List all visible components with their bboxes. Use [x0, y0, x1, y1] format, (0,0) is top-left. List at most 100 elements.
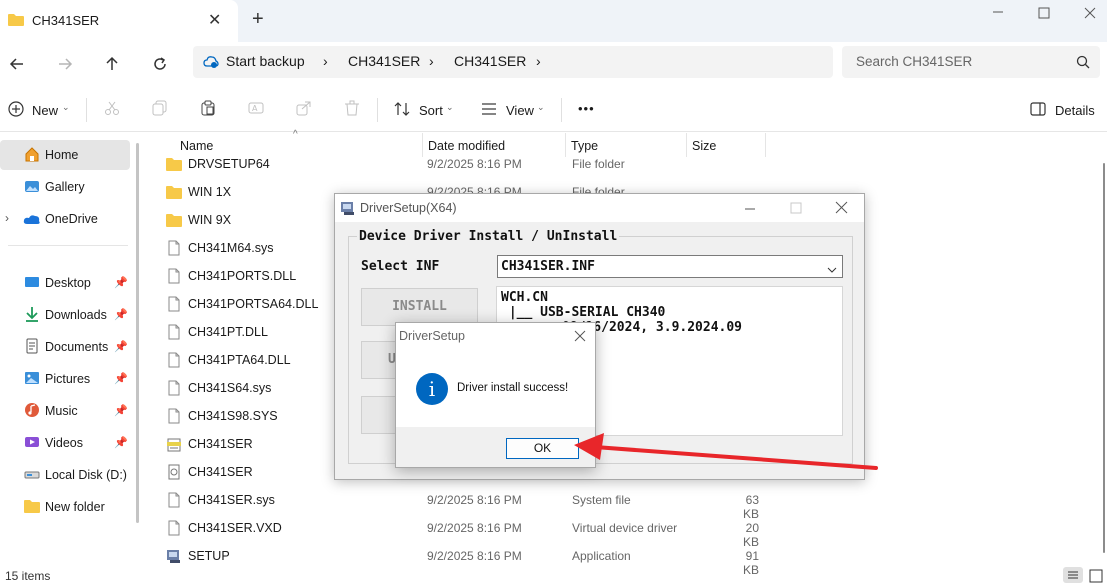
sidebar-item-home[interactable]: Home: [0, 140, 130, 170]
sidebar-item-downloads[interactable]: Downloads 📌: [0, 300, 130, 330]
tab-close-icon[interactable]: ✕: [208, 10, 221, 30]
file-type: File folder: [572, 157, 625, 171]
sidebar-item-pictures[interactable]: Pictures 📌: [0, 364, 130, 394]
install-button[interactable]: INSTALL: [361, 288, 478, 326]
sidebar-item-label: Pictures: [45, 372, 91, 386]
view-button[interactable]: View: [506, 103, 534, 118]
breadcrumb-item[interactable]: CH341SER: [348, 53, 420, 69]
sort-icon[interactable]: [394, 101, 410, 120]
sidebar-item-music[interactable]: Music 📌: [0, 396, 130, 426]
breadcrumb-item[interactable]: CH341SER: [454, 53, 526, 69]
group-label: Device Driver Install / UnInstall: [357, 229, 620, 244]
up-arrow-icon[interactable]: [98, 50, 126, 78]
divider: [377, 98, 378, 122]
sidebar-item-new-folder[interactable]: New folder: [0, 492, 130, 522]
back-arrow-icon[interactable]: [3, 50, 31, 78]
home-icon: [23, 146, 41, 164]
chevron-down-icon: ⌄: [62, 102, 70, 112]
forward-arrow-icon[interactable]: [51, 50, 79, 78]
new-button[interactable]: New: [32, 103, 58, 118]
file-name: CH341PORTSA64.DLL: [188, 297, 319, 311]
title-bar: CH341SER ✕ +: [0, 0, 1107, 42]
select-inf-label: Select INF: [361, 259, 440, 274]
delete-icon[interactable]: [344, 100, 360, 121]
file-name: CH341SER: [188, 437, 253, 451]
chevron-right-icon[interactable]: ›: [5, 211, 9, 225]
details-pane-icon[interactable]: [1030, 102, 1046, 119]
chevron-right-icon: ›: [323, 53, 328, 69]
cloud-icon: [23, 210, 41, 228]
view-icon[interactable]: [481, 102, 497, 119]
divider: [8, 245, 128, 246]
ok-button[interactable]: OK: [506, 438, 579, 459]
minimize-icon[interactable]: [744, 203, 756, 217]
cut-icon[interactable]: [104, 100, 120, 121]
maximize-icon: [790, 202, 802, 217]
driver-setup-title-bar: DriverSetup(X64): [335, 194, 864, 222]
sidebar-item-label: Desktop: [45, 276, 91, 290]
file-type: Virtual device driver: [572, 521, 678, 535]
table-row[interactable]: DRVSETUP64 9/2/2025 8:16 PM File folder: [146, 151, 1101, 179]
file-list-scrollbar[interactable]: [1101, 133, 1107, 563]
sidebar-item-label: Videos: [45, 436, 83, 450]
rename-icon[interactable]: A: [248, 100, 264, 121]
sidebar-item-documents[interactable]: Documents 📌: [0, 332, 130, 362]
folder-icon: [166, 156, 182, 172]
refresh-icon[interactable]: [146, 50, 174, 78]
close-icon[interactable]: [835, 201, 848, 217]
search-input[interactable]: Search CH341SER: [842, 46, 1100, 78]
file-icon: [166, 492, 182, 508]
start-backup-link[interactable]: Start backup: [226, 53, 305, 69]
sidebar-item-videos[interactable]: Videos 📌: [0, 428, 130, 458]
file-icon: [166, 324, 182, 340]
search-icon: [1076, 55, 1090, 72]
sidebar-item-gallery[interactable]: Gallery: [0, 172, 130, 202]
new-plus-icon[interactable]: [8, 101, 24, 120]
tiles-view-toggle-icon[interactable]: [1089, 569, 1103, 583]
sidebar-item-label: Home: [45, 148, 79, 162]
application-icon: [166, 548, 182, 564]
pin-icon[interactable]: 📌: [114, 340, 128, 353]
sort-button[interactable]: Sort: [419, 103, 443, 118]
inf-select[interactable]: CH341SER.INF: [497, 255, 843, 278]
file-date: 9/2/2025 8:16 PM: [427, 521, 522, 535]
pin-icon[interactable]: 📌: [114, 372, 128, 385]
success-dialog: DriverSetup i Driver install success! OK: [395, 322, 596, 468]
more-options-button[interactable]: •••: [578, 101, 595, 116]
sidebar-item-local-disk[interactable]: Local Disk (D:): [0, 460, 130, 490]
minimize-icon[interactable]: [992, 2, 1004, 21]
maximize-icon[interactable]: [1038, 6, 1050, 22]
pin-icon[interactable]: 📌: [114, 436, 128, 449]
info-icon: i: [416, 373, 448, 405]
dialog-title: DriverSetup: [399, 329, 465, 343]
file-icon: [166, 380, 182, 396]
folder-icon: [166, 212, 182, 228]
new-tab-button[interactable]: +: [252, 8, 264, 31]
paste-icon[interactable]: [200, 100, 216, 121]
details-button[interactable]: Details: [1055, 103, 1095, 118]
pin-icon[interactable]: 📌: [114, 276, 128, 289]
file-name: CH341SER.sys: [188, 493, 275, 507]
table-row[interactable]: CH341SER.VXD 9/2/2025 8:16 PM Virtual devi…: [146, 515, 1101, 549]
security-catalog-icon: [166, 464, 182, 480]
pin-icon[interactable]: 📌: [114, 404, 128, 417]
divider: [561, 98, 562, 122]
close-icon[interactable]: [574, 330, 586, 345]
sidebar-item-desktop[interactable]: Desktop 📌: [0, 268, 130, 298]
share-icon[interactable]: [296, 100, 312, 121]
sidebar-scrollbar[interactable]: [136, 143, 139, 523]
file-name: CH341PORTS.DLL: [188, 269, 297, 283]
file-name: DRVSETUP64: [188, 157, 270, 171]
address-bar[interactable]: Start backup › CH341SER › CH341SER ›: [193, 46, 833, 78]
tab-ch341ser[interactable]: CH341SER ✕: [0, 0, 238, 42]
table-row[interactable]: SETUP 9/2/2025 8:16 PM Application 91 KB: [146, 543, 1101, 577]
file-name: CH341SER.VXD: [188, 521, 282, 535]
pin-icon[interactable]: 📌: [114, 308, 128, 321]
details-view-toggle-icon[interactable]: [1063, 567, 1083, 583]
table-row[interactable]: CH341SER.sys 9/2/2025 8:16 PM System file 6…: [146, 487, 1101, 521]
sidebar-item-label: Gallery: [45, 180, 85, 194]
backup-cloud-icon: [203, 54, 219, 73]
close-window-icon[interactable]: [1084, 6, 1096, 22]
sidebar-item-onedrive[interactable]: › OneDrive: [0, 204, 130, 234]
copy-icon[interactable]: [152, 100, 168, 121]
